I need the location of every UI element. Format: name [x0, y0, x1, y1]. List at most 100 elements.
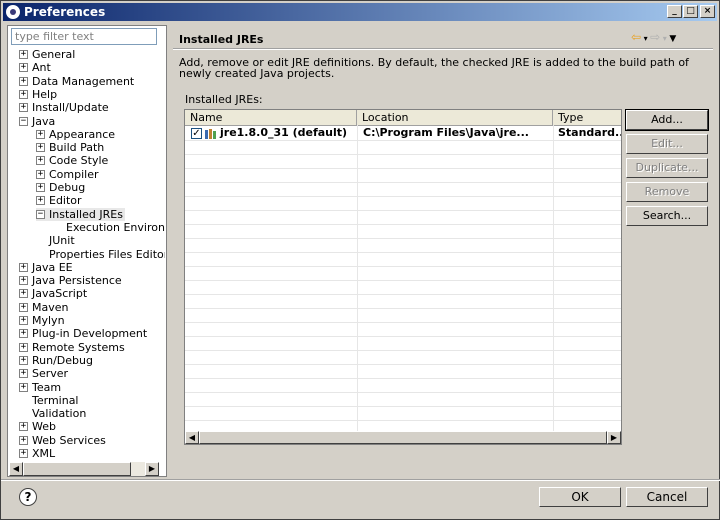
expand-icon[interactable]: + [19, 369, 28, 379]
expand-icon[interactable]: + [19, 276, 28, 286]
column-type[interactable]: Type [553, 110, 621, 125]
ok-button[interactable]: OK [539, 487, 621, 507]
expand-icon[interactable]: + [19, 76, 28, 86]
jre-checkbox[interactable]: ✓ [191, 128, 202, 139]
edit-button[interactable]: Edit... [626, 134, 708, 154]
expand-icon[interactable]: + [19, 342, 28, 352]
tree-item[interactable]: + Java Persistence [19, 274, 124, 287]
tree-item[interactable]: Terminal [19, 394, 81, 407]
collapse-icon[interactable]: − [19, 116, 28, 126]
scroll-left-icon[interactable]: ◀ [9, 462, 23, 476]
scroll-right-icon[interactable]: ▶ [145, 462, 159, 476]
add-button[interactable]: Add... [625, 109, 709, 131]
search-button[interactable]: Search... [626, 206, 708, 226]
tree-item[interactable]: + General [19, 48, 77, 61]
expand-icon[interactable]: + [36, 183, 45, 192]
table-gridline [185, 168, 621, 169]
expand-icon[interactable]: + [19, 449, 28, 458]
expand-icon[interactable]: + [36, 156, 45, 166]
expand-icon[interactable]: + [19, 422, 28, 432]
tree-item[interactable]: + Build Path [36, 141, 106, 154]
close-button[interactable]: × [700, 5, 715, 18]
tree-item-label: Java EE [32, 260, 73, 274]
forward-arrow-icon[interactable]: ⇨ [650, 30, 660, 44]
tree-item[interactable]: + Help [19, 88, 59, 101]
jre-location: C:\Program Files\Java\jre... [363, 126, 529, 139]
scroll-thumb[interactable] [23, 462, 131, 476]
tree-item[interactable]: + Run/Debug [19, 354, 95, 367]
tree-item[interactable]: + Server [19, 367, 70, 380]
scroll-right-icon[interactable]: ▶ [607, 431, 621, 444]
tree-item-label: Terminal [32, 393, 79, 407]
expand-icon[interactable]: + [36, 196, 45, 206]
tree-item[interactable]: + Install/Update [19, 101, 111, 114]
table-horizontal-scrollbar[interactable]: ◀ ▶ [185, 431, 621, 444]
tree-item[interactable]: JUnit [36, 234, 77, 247]
tree-item[interactable]: Properties Files Editor [36, 248, 165, 261]
collapse-icon[interactable]: − [36, 209, 45, 219]
help-icon[interactable]: ? [19, 488, 37, 506]
tree-item[interactable]: + Remote Systems [19, 341, 127, 354]
expand-icon[interactable]: + [36, 129, 45, 139]
column-name[interactable]: Name [185, 110, 357, 125]
expand-icon[interactable]: + [19, 316, 28, 325]
tree-item[interactable]: + Debug [36, 181, 87, 194]
scroll-thumb[interactable] [199, 431, 607, 444]
tree-item[interactable]: + Team [19, 381, 63, 394]
maximize-button[interactable]: □ [683, 5, 698, 18]
minimize-button[interactable]: _ [667, 5, 682, 18]
expand-icon[interactable]: + [19, 355, 28, 365]
tree-item[interactable]: + Web [19, 420, 58, 433]
expand-icon[interactable]: + [19, 262, 28, 272]
tree-item-label: Installed JREs [49, 207, 123, 221]
expand-icon[interactable]: + [19, 50, 28, 59]
filter-input[interactable]: type filter text [11, 28, 157, 45]
view-menu-icon[interactable]: ▼ [669, 34, 676, 44]
tree-item[interactable]: + Mylyn [19, 314, 67, 327]
expand-icon[interactable]: + [19, 382, 28, 392]
expand-icon[interactable]: + [19, 435, 28, 445]
tree-item[interactable]: Execution Environments [53, 221, 165, 234]
expand-icon[interactable]: + [36, 169, 45, 179]
tree-item[interactable]: + Code Style [36, 154, 110, 167]
scroll-left-icon[interactable]: ◀ [185, 431, 199, 444]
tree-item-label: XML [32, 447, 56, 460]
tree-item[interactable]: + XML [19, 447, 57, 460]
expand-icon[interactable]: + [19, 329, 28, 339]
tree-item[interactable]: + Data Management [19, 75, 136, 88]
tree-item-label: Maven [32, 300, 69, 314]
remove-button[interactable]: Remove [626, 182, 708, 202]
tree-horizontal-scrollbar[interactable]: ◀ ▶ [9, 462, 159, 476]
tree-item[interactable]: + Compiler [36, 168, 101, 181]
tree-item[interactable]: + Web Services [19, 434, 108, 447]
table-gridline [185, 196, 621, 197]
expand-icon[interactable]: + [19, 302, 28, 312]
duplicate-button[interactable]: Duplicate... [626, 158, 708, 178]
tree-item[interactable]: + Maven [19, 301, 70, 314]
tree-item[interactable]: + Java EE [19, 261, 75, 274]
jre-table[interactable]: Name Location Type ✓ jre1.8.0_31 (defaul… [184, 109, 622, 445]
footer-separator [1, 479, 720, 481]
title-bar[interactable]: Preferences _ □ × [3, 3, 717, 21]
back-arrow-icon[interactable]: ⇦ [631, 30, 641, 44]
expand-icon[interactable]: + [19, 63, 28, 73]
tree-item[interactable]: − Installed JREs [36, 207, 125, 221]
tree-item-label: Mylyn [32, 314, 65, 327]
cancel-button[interactable]: Cancel [626, 487, 708, 507]
preference-tree[interactable]: + General + Ant + Data Management + Help + Instal… [9, 48, 165, 460]
expand-icon[interactable]: + [19, 103, 28, 113]
column-location[interactable]: Location [357, 110, 553, 125]
tree-item[interactable]: + Appearance [36, 128, 117, 141]
tree-item[interactable]: + JavaScript [19, 287, 89, 300]
expand-icon[interactable]: + [19, 89, 28, 99]
tree-item[interactable]: Validation [19, 407, 88, 420]
table-gridline [185, 350, 621, 351]
tree-item-label: General [32, 48, 76, 61]
tree-item[interactable]: + Plug-in Development [19, 327, 149, 340]
table-gridline [185, 308, 621, 309]
expand-icon[interactable]: + [36, 143, 45, 153]
tree-item[interactable]: − Java [19, 115, 57, 128]
tree-item[interactable]: + Ant [19, 61, 53, 74]
expand-icon[interactable]: + [19, 289, 28, 299]
tree-item[interactable]: + Editor [36, 194, 84, 207]
